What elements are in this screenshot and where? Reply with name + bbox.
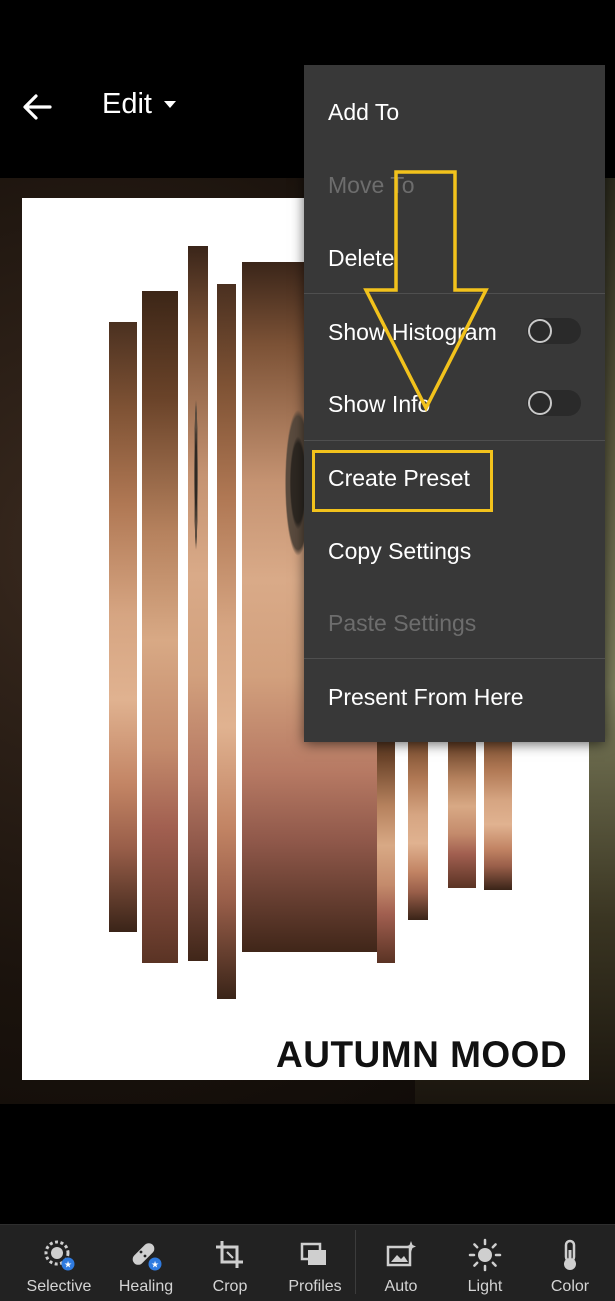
tool-label: Color [550,1278,590,1295]
photo-strip [142,291,178,963]
svg-text:★: ★ [64,1261,72,1271]
crop-icon [216,1241,243,1268]
menu-item-copy-settings[interactable]: Copy Settings [328,538,471,565]
menu-item-show-histogram[interactable]: Show Histogram [328,319,497,346]
color-icon [564,1239,576,1270]
highlight-box [312,450,493,512]
tool-light[interactable]: Light [455,1225,515,1301]
edit-toolbar: ★ Selective ★ Healing Crop Profiles Auto… [0,1224,615,1301]
toolbar-divider [355,1230,356,1294]
menu-item-delete[interactable]: Delete [328,245,394,272]
tool-label: Crop [212,1278,248,1295]
svg-text:★: ★ [151,1261,159,1271]
show-info-toggle[interactable] [527,390,581,416]
healing-icon: ★ [132,1243,162,1271]
menu-item-present-from-here[interactable]: Present From Here [328,684,524,711]
toggle-knob [528,391,552,415]
menu-divider [304,440,605,441]
chevron-down-icon [163,101,176,108]
tool-label: Auto [384,1278,418,1295]
back-arrow-icon[interactable] [20,90,54,124]
menu-item-show-info[interactable]: Show Info [328,391,430,418]
auto-icon [386,1241,416,1267]
tool-label: Light [467,1278,503,1295]
page-title: Edit [102,88,152,120]
toggle-knob [528,319,552,343]
photo-strip [408,718,428,920]
tool-healing[interactable]: ★ Healing [106,1225,186,1301]
photo-strip [188,246,208,961]
light-icon [468,1238,502,1272]
photo-strip [377,718,395,963]
selective-icon: ★ [44,1240,75,1271]
photo-strip [448,718,476,888]
photo-strip [217,284,236,999]
menu-divider [304,293,605,294]
photo-strip [109,322,137,932]
show-histogram-toggle[interactable] [527,318,581,344]
tool-selective[interactable]: ★ Selective [18,1225,100,1301]
menu-item-paste-settings: Paste Settings [328,610,477,636]
menu-item-move-to: Move To [328,172,415,198]
menu-divider [304,658,605,659]
tool-label: Profiles [288,1278,342,1295]
menu-item-add-to[interactable]: Add To [328,99,399,126]
poster-caption: AUTUMN MOOD [276,1034,568,1075]
edit-mode-dropdown[interactable]: Edit [102,88,176,121]
tool-label: Healing [118,1278,174,1295]
tool-auto[interactable]: Auto [372,1225,430,1301]
overflow-menu: Add To Move To Delete Show Histogram Sho… [304,65,605,742]
tool-label: Selective [26,1278,92,1295]
photo-strip [484,718,512,890]
profiles-icon [300,1242,326,1265]
tool-profiles[interactable]: Profiles [278,1225,352,1301]
tool-crop[interactable]: Crop [196,1225,264,1301]
tool-color[interactable]: Color [540,1225,600,1301]
